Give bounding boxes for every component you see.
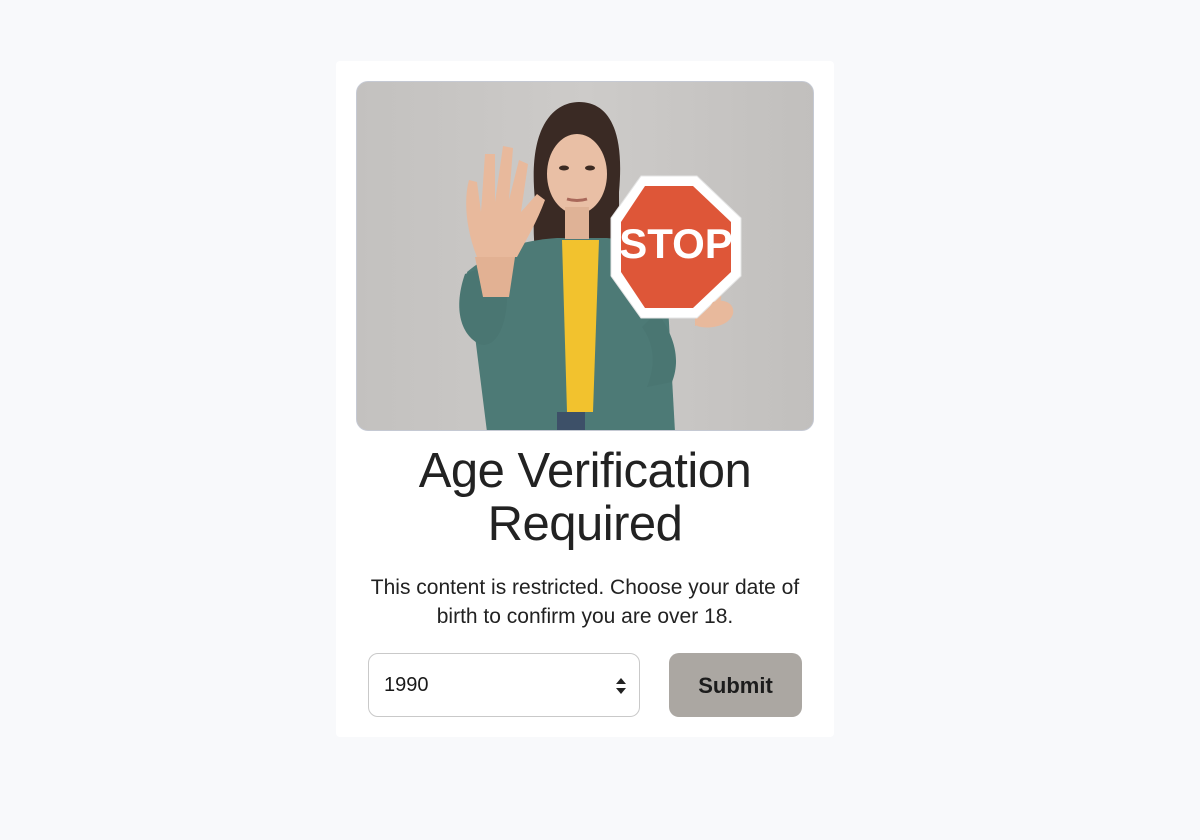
selected-year-value: 1990 xyxy=(384,674,429,696)
description-text: This content is restricted. Choose your … xyxy=(370,576,800,628)
stop-sign-text: STOP xyxy=(619,220,733,267)
woman-with-stop-sign-illustration: STOP xyxy=(357,82,813,430)
submit-button[interactable]: Submit xyxy=(669,653,802,717)
birth-year-select[interactable]: 1990 xyxy=(368,653,640,717)
select-arrows-icon xyxy=(616,678,626,694)
hero-image: STOP xyxy=(356,81,814,431)
age-verification-card: STOP Age Verification Required This cont… xyxy=(336,61,834,737)
page-title: Age Verification Required xyxy=(418,444,752,551)
